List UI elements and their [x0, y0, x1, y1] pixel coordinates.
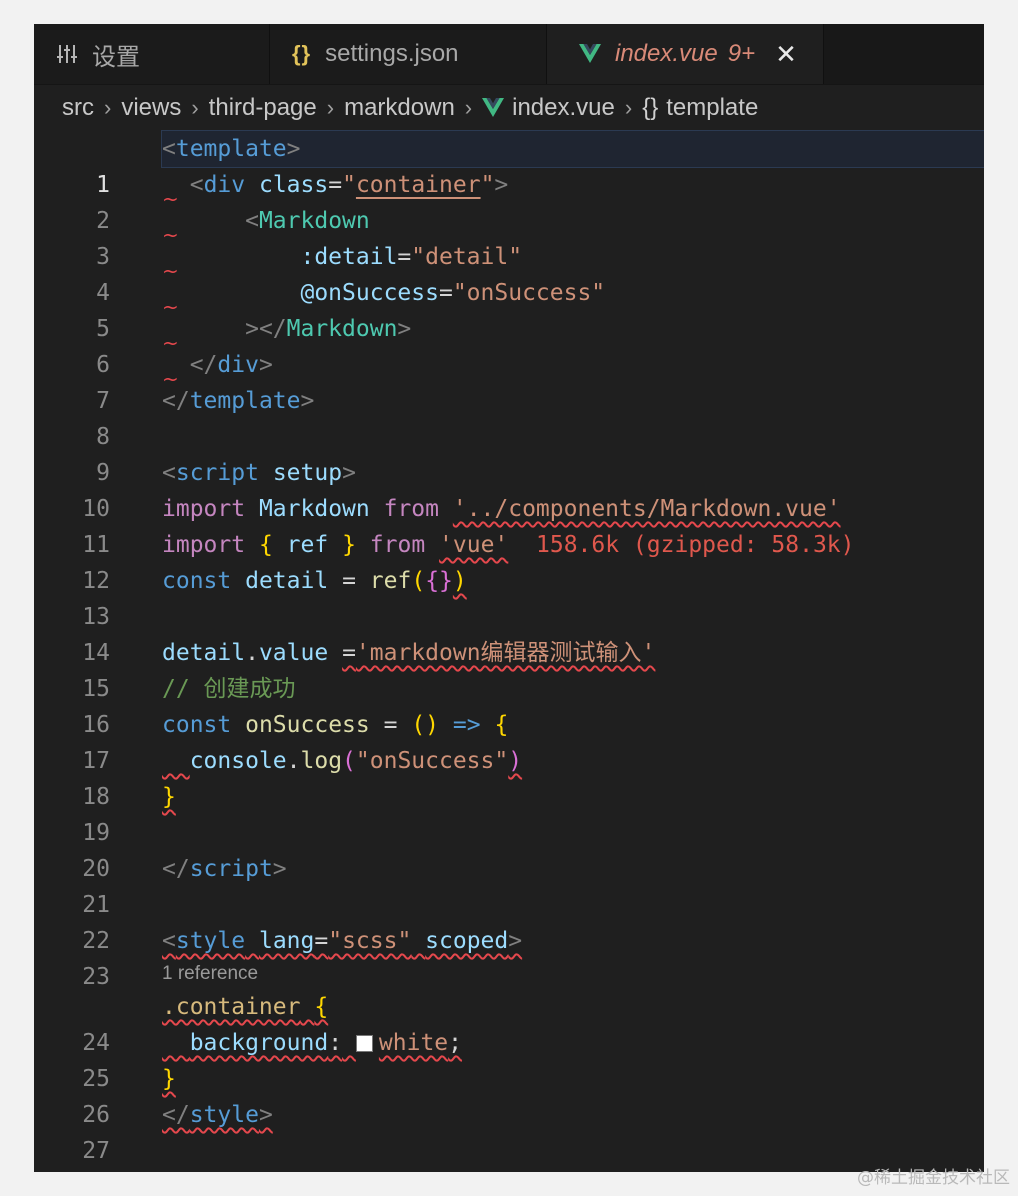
tab-index-vue[interactable]: index.vue 9+ ✕: [547, 24, 824, 84]
watermark: @稀土掘金技术社区: [857, 1168, 1010, 1188]
code-line[interactable]: 3 <Markdown: [34, 203, 984, 270]
chevron-right-icon: ›: [624, 95, 633, 120]
code-line[interactable]: 10 <script setup>: [34, 455, 984, 522]
vue-icon: [579, 44, 601, 64]
code-line[interactable]: 12 import { ref } from 'vue' 158.6k (gzi…: [34, 527, 984, 594]
settings-sliders-icon: [56, 43, 78, 65]
code-line[interactable]: 20: [34, 815, 984, 882]
code-line[interactable]: 2 <div class="container">: [34, 167, 984, 234]
code-line[interactable]: 17 const onSuccess = () => {: [34, 707, 984, 774]
code-line[interactable]: 7 </div>: [34, 347, 984, 414]
chevron-right-icon: ›: [104, 95, 112, 120]
tab-bar: 设置 {} settings.json index.vue 9+ ✕: [34, 24, 984, 85]
tab-settings-ui[interactable]: 设置: [34, 24, 270, 84]
vue-icon: [482, 98, 505, 118]
code-line[interactable]: 8 </template>: [34, 383, 984, 450]
breadcrumb-item-template[interactable]: template: [666, 94, 758, 122]
chevron-right-icon: ›: [464, 95, 473, 120]
close-icon[interactable]: ✕: [775, 39, 797, 70]
breadcrumb-item-index-vue[interactable]: index.vue: [512, 94, 615, 122]
tab-label: 设置: [92, 43, 140, 71]
code-line[interactable]: 22: [34, 887, 984, 954]
code-line[interactable]: 24 .container {: [34, 989, 984, 1056]
code-line[interactable]: 18 console.log("onSuccess"): [34, 743, 984, 810]
code-line[interactable]: 21 </script>: [34, 851, 984, 918]
json-braces-icon: {}: [292, 41, 312, 66]
code-line[interactable]: 11 import Markdown from '../components/M…: [34, 491, 984, 558]
code-line[interactable]: 28: [34, 1133, 984, 1169]
code-line[interactable]: 16 // 创建成功: [34, 671, 984, 738]
code-editor: 设置 {} settings.json index.vue 9+ ✕ src ›…: [34, 24, 984, 1172]
color-swatch[interactable]: [355, 1035, 373, 1052]
code-line[interactable]: 19 }: [34, 779, 984, 846]
breadcrumb: src › views › third-page › markdown › in…: [34, 85, 984, 131]
code-line[interactable]: 14: [34, 599, 984, 666]
code-line[interactable]: 27 </style>: [34, 1097, 984, 1164]
code-line[interactable]: 9: [34, 419, 984, 486]
breadcrumb-item-third-page[interactable]: third-page: [209, 94, 317, 122]
code-area[interactable]: 1 <template> 2 <div class="container"> 3…: [34, 130, 984, 1169]
code-line[interactable]: 25 background: white;: [34, 1025, 984, 1092]
code-line[interactable]: 1 <template>: [34, 130, 984, 198]
tab-settings-json[interactable]: {} settings.json: [270, 24, 547, 84]
code-line[interactable]: 6 ></Markdown>: [34, 311, 984, 378]
line-number: 28: [34, 1169, 110, 1172]
code-line[interactable]: 13 const detail = ref({}): [34, 563, 984, 630]
tab-label: index.vue: [615, 40, 718, 67]
code-lens-references[interactable]: 1 reference: [34, 959, 984, 989]
code-line[interactable]: 23 <style lang="scss" scoped>: [34, 923, 984, 990]
code-line[interactable]: 5 @onSuccess="onSuccess": [34, 275, 984, 342]
import-cost-hint: 158.6k (gzipped: 58.3k): [536, 532, 855, 558]
tab-label: settings.json: [325, 40, 459, 67]
breadcrumb-item-markdown[interactable]: markdown: [344, 94, 455, 122]
code-line[interactable]: 26 }: [34, 1061, 984, 1128]
breadcrumb-item-views[interactable]: views: [121, 94, 181, 122]
code-line[interactable]: 15 detail.value ='markdown编辑器测试输入': [34, 635, 984, 702]
breadcrumb-item-src[interactable]: src: [62, 94, 94, 122]
tab-bar-empty-space: [824, 24, 984, 84]
code-line[interactable]: 4 :detail="detail": [34, 239, 984, 306]
braces-symbol-icon: {}: [642, 94, 659, 121]
problem-count-badge: 9+: [727, 40, 756, 67]
chevron-right-icon: ›: [191, 95, 199, 120]
chevron-right-icon: ›: [326, 95, 335, 120]
